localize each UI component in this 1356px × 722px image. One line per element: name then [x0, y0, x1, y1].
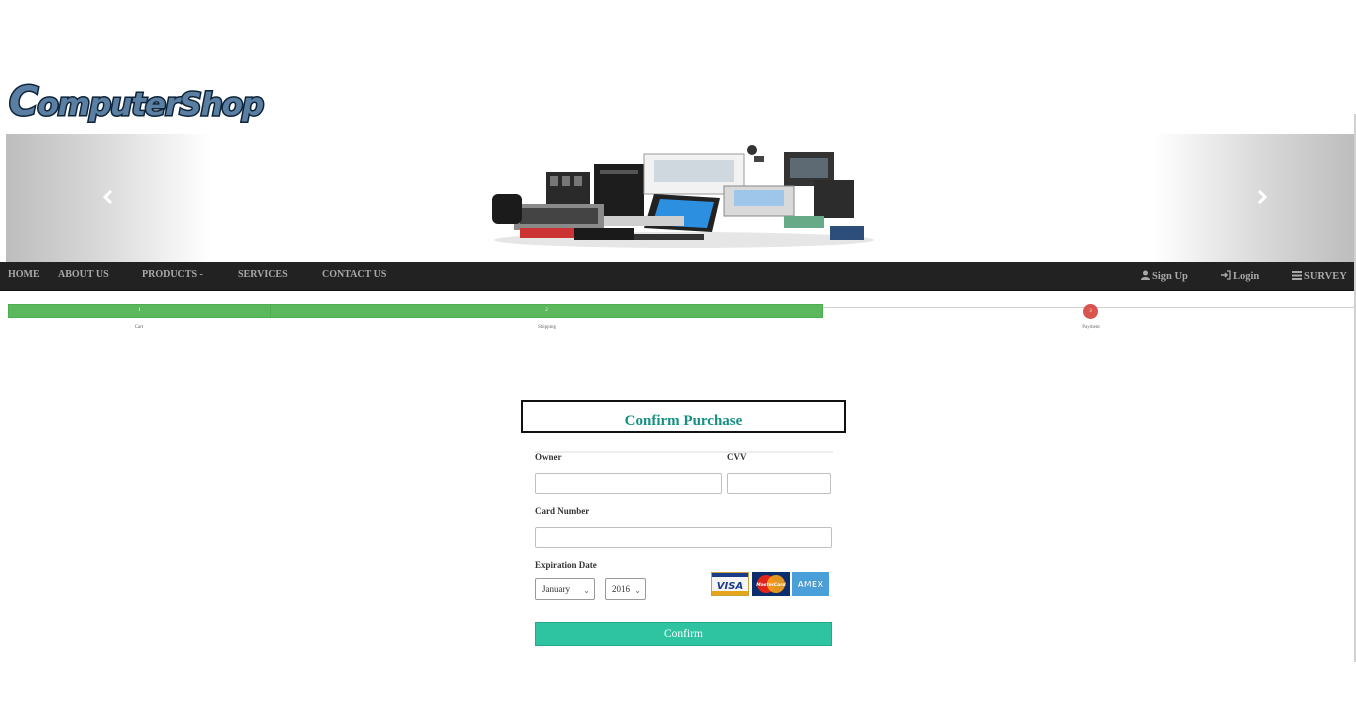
chevron-down-icon: ⌄ [634, 586, 641, 595]
form-divider [535, 451, 833, 453]
form-title-box: Confirm Purchase [521, 400, 846, 433]
expiration-month-select[interactable]: January ⌄ [535, 578, 595, 600]
confirm-button[interactable]: Confirm [535, 622, 832, 646]
main-navbar: HOME ABOUT US PRODUCTS - SERVICES CONTAC… [0, 262, 1354, 291]
login-label: Login [1233, 271, 1260, 282]
logo-text-rest: omputerShop [36, 86, 266, 125]
card-number-label: Card Number [535, 506, 590, 516]
progress-step-shipping-bar: 2 [270, 304, 823, 318]
mastercard-logo-text: MasterCard [756, 582, 786, 588]
logo-text-prefix: C [7, 79, 39, 126]
nav-home[interactable]: HOME [8, 262, 40, 290]
progress-step-label: Shipping [537, 325, 557, 330]
computers-banner-image [484, 144, 894, 257]
user-icon [1141, 270, 1150, 280]
chevron-right-icon [1256, 189, 1268, 209]
progress-step-number: 3 [1089, 309, 1092, 314]
amex-logo-text: AMEX [798, 580, 825, 589]
chevron-down-icon: ⌄ [583, 586, 590, 595]
owner-label: Owner [535, 452, 562, 462]
expiration-label: Expiration Date [535, 560, 597, 570]
carousel-next-button[interactable] [1154, 134, 1354, 262]
hero-carousel [6, 134, 1354, 262]
visa-card-icon: VISA [711, 572, 749, 596]
nav-services[interactable]: SERVICES [238, 262, 288, 290]
nav-signup-link[interactable]: Sign Up [1141, 262, 1188, 290]
nav-contact-us[interactable]: CONTACT US [322, 262, 386, 290]
carousel-prev-button[interactable] [6, 134, 211, 262]
form-title: Confirm Purchase [624, 413, 743, 429]
expiration-year-select[interactable]: 2016 ⌄ [605, 578, 646, 600]
visa-logo-text: VISA [717, 581, 743, 592]
chevron-left-icon [102, 189, 114, 209]
nav-login-link[interactable]: Login [1221, 262, 1259, 290]
site-logo[interactable]: ComputerShop [5, 79, 265, 126]
list-icon [1292, 271, 1302, 280]
owner-input[interactable] [535, 473, 722, 494]
month-selected-value: January [542, 584, 570, 594]
progress-step-cart-bar: 1 [8, 304, 271, 318]
amex-card-icon: AMEX [792, 572, 829, 596]
progress-step-label: Cart [134, 325, 144, 330]
progress-step-label: Payment [1082, 325, 1100, 330]
survey-label: SURVEY [1304, 271, 1347, 282]
login-icon [1221, 270, 1231, 280]
progress-step-number: 1 [138, 308, 141, 313]
progress-step-number: 2 [545, 308, 548, 313]
cvv-input[interactable] [727, 473, 831, 494]
cvv-label: CVV [727, 452, 747, 462]
mastercard-icon: MasterCard [752, 572, 790, 596]
nav-survey-link[interactable]: SURVEY [1292, 262, 1347, 290]
nav-about-us[interactable]: ABOUT US [58, 262, 109, 290]
signup-label: Sign Up [1152, 271, 1188, 282]
progress-step-payment-dot: 3 [1083, 304, 1098, 319]
card-number-input[interactable] [535, 527, 832, 548]
year-selected-value: 2016 [612, 584, 630, 594]
nav-products-dropdown[interactable]: PRODUCTS - [142, 262, 203, 290]
